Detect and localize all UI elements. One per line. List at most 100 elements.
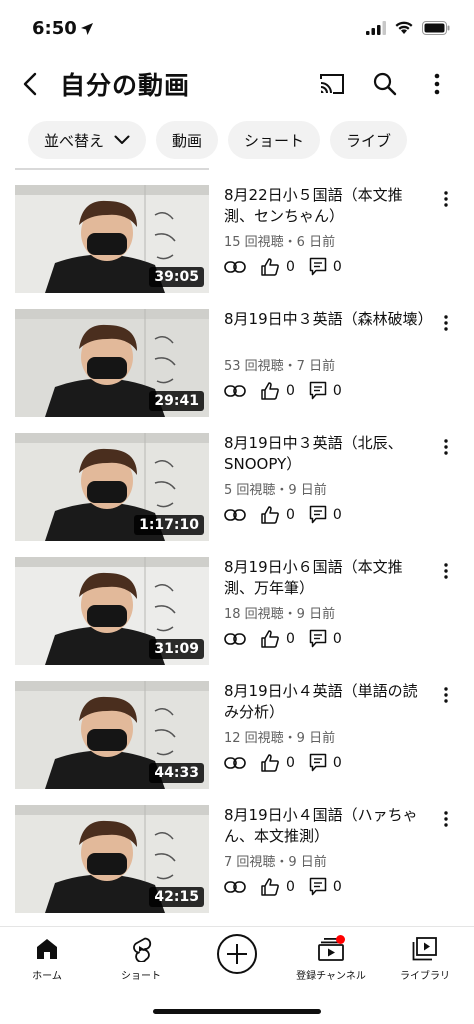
- comments-button[interactable]: 0: [309, 877, 342, 897]
- videos-chip[interactable]: 動画: [156, 121, 219, 159]
- comment-count: 0: [332, 507, 342, 523]
- comment-icon: [309, 505, 327, 524]
- status-time: 6:50: [32, 18, 77, 39]
- comment-icon: [309, 629, 327, 648]
- share-link-button[interactable]: [224, 633, 246, 645]
- chevron-down-icon: [114, 135, 130, 144]
- video-meta: 7 回視聴・9 日前: [224, 855, 327, 870]
- sort-chip-label: 並べ替え: [44, 131, 105, 150]
- back-button[interactable]: [14, 68, 46, 100]
- video-meta: 15 回視聴・6 日前: [224, 235, 336, 250]
- link-icon: [224, 881, 246, 893]
- video-title[interactable]: 8月19日小４英語（単語の読み分析）: [224, 681, 429, 723]
- like-button[interactable]: 0: [260, 505, 295, 525]
- video-menu-button[interactable]: [438, 559, 454, 583]
- like-button[interactable]: 0: [260, 257, 295, 277]
- thumbs-up-icon: [261, 630, 279, 648]
- more-vert-icon: [444, 563, 448, 579]
- video-duration: 44:33: [149, 763, 204, 783]
- video-item[interactable]: 1:17:10 8月19日中３英語（北辰、SNOOPY） 5 回視聴・9 日前 …: [0, 433, 474, 545]
- share-link-button[interactable]: [224, 385, 246, 397]
- video-thumbnail[interactable]: 1:17:10: [15, 433, 209, 541]
- video-item[interactable]: 42:15 8月19日小４国語（ハァちゃん、本文推測） 7 回視聴・9 日前 0: [0, 805, 474, 917]
- comment-icon: [309, 753, 327, 772]
- video-item[interactable]: 31:09 8月19日小６国語（本文推測、万年筆） 18 回視聴・9 日前 0: [0, 557, 474, 669]
- video-thumbnail[interactable]: 42:15: [15, 805, 209, 913]
- nav-library[interactable]: ライブラリ: [380, 935, 470, 982]
- comments-button[interactable]: 0: [309, 381, 342, 401]
- video-thumbnail[interactable]: 44:33: [15, 681, 209, 789]
- more-options-button[interactable]: [421, 68, 453, 100]
- signal-icon: [366, 20, 386, 39]
- video-meta: 5 回視聴・9 日前: [224, 483, 327, 498]
- like-count: 0: [286, 879, 295, 895]
- video-menu-button[interactable]: [438, 187, 454, 211]
- video-item[interactable]: 39:05 8月22日小５国語（本文推測、センちゃん） 15 回視聴・6 日前 …: [0, 185, 474, 297]
- comment-count: 0: [332, 259, 342, 275]
- video-title[interactable]: 8月19日中３英語（北辰、SNOOPY）: [224, 433, 429, 475]
- thumbs-up-icon: [261, 878, 279, 896]
- search-button[interactable]: [369, 68, 401, 100]
- share-link-button[interactable]: [224, 261, 246, 273]
- video-item[interactable]: 44:33 8月19日小４英語（単語の読み分析） 12 回視聴・9 日前 0 0: [0, 681, 474, 793]
- video-menu-button[interactable]: [438, 435, 454, 459]
- share-link-button[interactable]: [224, 509, 246, 521]
- comments-button[interactable]: 0: [309, 629, 342, 649]
- video-actions: 0 0: [224, 505, 356, 525]
- comments-button[interactable]: 0: [309, 753, 342, 773]
- video-menu-button[interactable]: [438, 683, 454, 707]
- video-title[interactable]: 8月19日中３英語（森林破壊）: [224, 309, 433, 330]
- filter-chips: 並べ替え 動画 ショート ライブ: [28, 121, 408, 159]
- nav-library-label: ライブラリ: [400, 971, 450, 982]
- location-arrow-icon: [80, 21, 94, 40]
- video-title[interactable]: 8月22日小５国語（本文推測、センちゃん）: [224, 185, 429, 227]
- share-link-button[interactable]: [224, 757, 246, 769]
- nav-shorts[interactable]: ショート: [96, 935, 186, 982]
- live-chip[interactable]: ライブ: [330, 121, 408, 159]
- cast-icon: [320, 74, 344, 94]
- nav-subscriptions[interactable]: 登録チャンネル: [286, 935, 376, 982]
- video-thumbnail[interactable]: 29:41: [15, 309, 209, 417]
- comment-icon: [309, 257, 327, 276]
- back-arrow-icon: [23, 72, 37, 96]
- shorts-chip[interactable]: ショート: [228, 121, 321, 159]
- video-thumbnail[interactable]: 31:09: [15, 557, 209, 665]
- link-icon: [224, 385, 246, 397]
- create-button[interactable]: [217, 934, 257, 974]
- video-meta: 12 回視聴・9 日前: [224, 731, 336, 746]
- plus-icon: [227, 944, 247, 964]
- nav-shorts-label: ショート: [121, 971, 161, 982]
- page-title: 自分の動画: [60, 71, 191, 100]
- home-icon: [37, 939, 57, 959]
- comments-button[interactable]: 0: [309, 257, 342, 277]
- thumbs-up-icon: [261, 754, 279, 772]
- video-item[interactable]: 29:41 8月19日中３英語（森林破壊） 53 回視聴・7 日前 0 0: [0, 309, 474, 421]
- like-button[interactable]: 0: [260, 381, 295, 401]
- link-icon: [224, 509, 246, 521]
- link-icon: [224, 757, 246, 769]
- comments-button[interactable]: 0: [309, 505, 342, 525]
- video-menu-button[interactable]: [438, 311, 454, 335]
- like-button[interactable]: 0: [260, 753, 295, 773]
- link-icon: [224, 261, 246, 273]
- video-menu-button[interactable]: [438, 807, 454, 831]
- divider: [15, 168, 209, 170]
- video-title[interactable]: 8月19日小６国語（本文推測、万年筆）: [224, 557, 429, 599]
- cast-button[interactable]: [316, 68, 348, 100]
- sort-chip[interactable]: 並べ替え: [28, 121, 147, 159]
- status-icons: [366, 20, 450, 39]
- like-button[interactable]: 0: [260, 877, 295, 897]
- nav-home[interactable]: ホーム: [2, 935, 92, 982]
- video-actions: 0 0: [224, 877, 356, 897]
- more-vert-icon: [444, 439, 448, 455]
- video-meta: 18 回視聴・9 日前: [224, 607, 336, 622]
- video-thumbnail[interactable]: 39:05: [15, 185, 209, 293]
- status-bar: 6:50: [0, 0, 474, 58]
- home-indicator: [153, 1009, 321, 1014]
- wifi-icon: [394, 20, 414, 39]
- library-icon: [412, 937, 437, 961]
- share-link-button[interactable]: [224, 881, 246, 893]
- video-title[interactable]: 8月19日小４国語（ハァちゃん、本文推測）: [224, 805, 429, 847]
- like-button[interactable]: 0: [260, 629, 295, 649]
- nav-subscriptions-label: 登録チャンネル: [296, 971, 366, 982]
